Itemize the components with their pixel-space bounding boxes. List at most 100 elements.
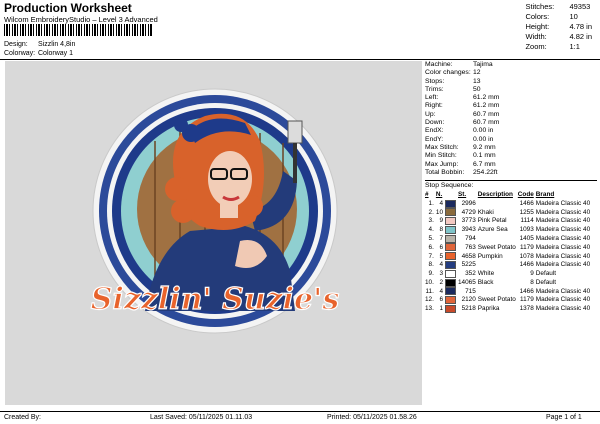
seq-n: 10 — [435, 208, 443, 216]
seq-idx: 13. — [425, 305, 434, 313]
info-row: Min Stitch: 0.1 mm — [425, 152, 496, 160]
seq-st: 763 — [465, 243, 476, 251]
seq-brand: Madeira Classic 40 — [535, 226, 591, 234]
swatch-cell — [445, 252, 458, 261]
design-stats: Stitches: 49353 Colors: 10 Height: 4.78 in … — [525, 2, 592, 52]
seq-brand: Default — [535, 270, 557, 278]
seq-st: 2996 — [461, 199, 476, 207]
seq-brand: Madeira Classic 40 — [535, 243, 591, 251]
swatch-cell — [445, 217, 458, 226]
seq-n: 8 — [439, 226, 443, 234]
seq-n: 3 — [439, 270, 443, 278]
sequence-row: 1. 4 2996 1466 Madeira Classic 40 — [425, 199, 592, 209]
sequence-row: 5. 7 794 1405 Madeira Classic 40 — [425, 234, 592, 244]
seq-desc: Azure Sea — [477, 226, 508, 234]
col-header: # — [425, 191, 429, 199]
seq-n: 5 — [439, 252, 443, 260]
seq-code: 1378 — [519, 305, 534, 313]
seq-n: 1 — [439, 305, 443, 313]
seq-brand: Madeira Classic 40 — [535, 261, 591, 269]
info-row: Max Stitch: 9.2 mm — [425, 143, 496, 151]
seq-idx: 8. — [428, 261, 434, 269]
seq-code: 9 — [530, 270, 534, 278]
sequence-row: 3. 9 3773 Pink Petal 1114 Madeira Classic 40 — [425, 217, 592, 226]
seq-idx: 11. — [425, 287, 434, 295]
seq-brand: Madeira Classic 40 — [535, 208, 591, 216]
seq-code: 1466 — [519, 199, 534, 207]
seq-desc — [478, 235, 518, 244]
seq-brand: Madeira Classic 40 — [535, 252, 591, 260]
seq-n: 7 — [439, 235, 443, 243]
swatch-cell — [445, 234, 458, 244]
info-row: Down: 60.7 mm — [425, 119, 500, 127]
color-swatch — [445, 243, 456, 252]
seq-brand: Madeira Classic 40 — [535, 296, 591, 304]
seq-desc: White — [477, 270, 495, 278]
colorway-label: Colorway: — [4, 50, 36, 57]
seq-desc: Sweet Potato — [477, 243, 516, 251]
info-row: EndX: 0.00 in — [425, 127, 494, 135]
seq-desc — [478, 200, 518, 209]
seq-code: 1466 — [519, 261, 534, 269]
color-swatch — [445, 269, 456, 278]
seq-idx: 3. — [428, 217, 434, 225]
seq-code: 1179 — [520, 296, 534, 304]
color-swatch — [445, 199, 456, 208]
info-row: Machine: Tajima — [425, 61, 493, 68]
seq-idx: 9. — [428, 270, 434, 278]
swatch-cell — [445, 261, 458, 270]
created-by: Created By: — [4, 414, 41, 421]
seq-code: 1179 — [520, 243, 534, 251]
last-saved: Last Saved: 05/11/2025 01.11.03 — [150, 414, 253, 421]
sequence-row: 11. 4 715 1466 Madeira Classic 40 — [425, 287, 592, 296]
swatch-cell — [445, 208, 458, 217]
swatch-cell — [445, 269, 458, 279]
col-header: St. — [458, 191, 467, 199]
stop-sequence-label: Stop Sequence: — [425, 180, 597, 190]
info-row: Color changes: 12 — [425, 69, 481, 77]
software-name: Wilcom EmbroideryStudio – Level 3 Advanc… — [4, 15, 158, 24]
design-label: Design: — [4, 41, 28, 48]
seq-n: 4 — [439, 261, 443, 269]
seq-brand: Madeira Classic 40 — [535, 217, 591, 225]
seq-desc: Black — [477, 278, 494, 286]
design-preview: Sizzlin' Suzie's — [5, 61, 422, 405]
info-row: Total Bobbin: 254.22ft — [425, 168, 498, 176]
color-swatch — [445, 287, 456, 296]
footer-divider — [0, 411, 600, 412]
color-swatch — [445, 304, 456, 313]
page-title: Production Worksheet — [4, 1, 132, 15]
color-swatch — [445, 234, 456, 243]
page-number: Page 1 of 1 — [546, 414, 582, 421]
seq-desc: Khaki — [477, 208, 494, 216]
seq-st: 352 — [465, 270, 476, 278]
seq-n: 2 — [439, 278, 443, 286]
stat-row: Height: 4.78 in — [525, 22, 592, 31]
seq-n: 9 — [439, 217, 443, 225]
seq-code: 1255 — [519, 208, 534, 216]
sequence-row: 13. 1 5218 Paprika 1378 Madeira Classic 40 — [425, 304, 592, 314]
seq-st: 4729 — [461, 208, 476, 216]
seq-n: 4 — [439, 199, 443, 207]
seq-idx: 1. — [428, 199, 434, 207]
seq-st: 794 — [465, 235, 476, 243]
colorway-name: Colorway 1 — [38, 50, 74, 57]
header-divider — [0, 59, 600, 60]
design-name: Sizzlin 4,8in — [38, 41, 76, 48]
embroidery-patch: Sizzlin' Suzie's — [90, 88, 340, 334]
seq-code: 1093 — [519, 226, 534, 234]
color-swatch — [445, 296, 456, 305]
info-row: Left: 61.2 mm — [425, 94, 500, 102]
design-text: Sizzlin' Suzie's — [91, 282, 340, 317]
seq-st: 4658 — [461, 252, 476, 260]
stat-row: Width: 4.82 in — [525, 32, 592, 41]
seq-brand: Default — [535, 278, 557, 286]
info-row: Max Jump: 6.7 mm — [425, 160, 496, 168]
col-header: Code — [517, 191, 534, 199]
swatch-cell — [445, 199, 458, 209]
info-row: EndY: 0.00 in — [425, 135, 494, 143]
swatch-cell — [445, 304, 458, 314]
seq-n: 6 — [439, 296, 443, 304]
seq-brand: Madeira Classic 40 — [535, 199, 591, 207]
machine-info-panel: Machine: Tajima Color changes: 12 Stops: 13… — [425, 61, 597, 314]
